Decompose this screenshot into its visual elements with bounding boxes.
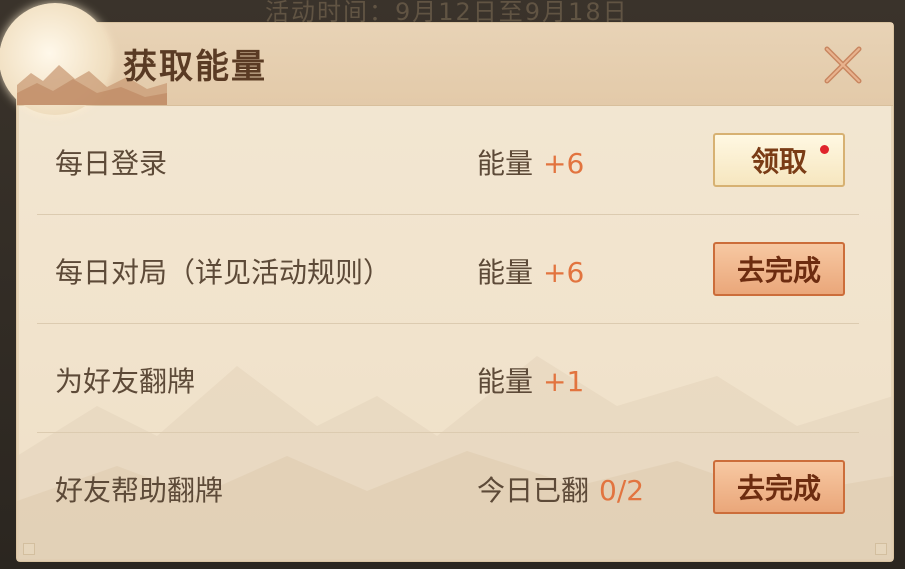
progress-value: 0/2 [599, 474, 645, 507]
go-complete-button-label: 去完成 [736, 472, 821, 505]
reward-label: 能量 [477, 256, 534, 289]
go-complete-button[interactable]: 去完成 [713, 460, 845, 514]
task-reward: 能量 +6 [477, 251, 584, 291]
close-button[interactable] [819, 41, 867, 89]
corner-ornament [23, 543, 35, 555]
reward-label: 能量 [477, 147, 534, 180]
task-reward: 能量 +1 [477, 360, 584, 400]
notification-dot [820, 145, 829, 154]
corner-ornament [875, 543, 887, 555]
task-label: 为好友翻牌 [55, 365, 196, 398]
get-energy-dialog: 获取能量 每日登录 能量 +6 领取 每日对局（详见活动规则） 能量 +6 去完… [0, 3, 894, 562]
dialog-title: 获取能量 [123, 47, 267, 87]
task-label: 好友帮助翻牌 [55, 474, 224, 507]
task-progress: 今日已翻 0/2 [477, 469, 644, 509]
claim-button-label: 领取 [750, 145, 807, 178]
task-list: 每日登录 能量 +6 领取 每日对局（详见活动规则） 能量 +6 去完成 为好友… [17, 106, 893, 561]
go-complete-button[interactable]: 去完成 [713, 242, 845, 296]
task-row-friend-help-flip: 好友帮助翻牌 今日已翻 0/2 去完成 [37, 433, 859, 541]
task-row-daily-login: 每日登录 能量 +6 领取 [37, 106, 859, 215]
game-screen: 活动时间：9月12日至9月18日 获取能量 每日登录 能量 +6 领取 每日对局… [0, 0, 905, 569]
task-label: 每日登录 [55, 147, 168, 180]
progress-label: 今日已翻 [477, 474, 590, 507]
claim-button[interactable]: 领取 [713, 133, 845, 187]
task-label: 每日对局（详见活动规则） [55, 256, 392, 289]
reward-value: +6 [543, 147, 585, 180]
reward-label: 能量 [477, 365, 534, 398]
reward-value: +6 [543, 256, 585, 289]
go-complete-button-label: 去完成 [736, 254, 821, 287]
reward-value: +1 [543, 365, 585, 398]
close-x-icon [824, 46, 862, 84]
task-row-flip-for-friend: 为好友翻牌 能量 +1 [37, 324, 859, 433]
dialog-title-bar: 获取能量 [0, 3, 893, 115]
task-reward: 能量 +6 [477, 142, 584, 182]
task-row-daily-match: 每日对局（详见活动规则） 能量 +6 去完成 [37, 215, 859, 324]
